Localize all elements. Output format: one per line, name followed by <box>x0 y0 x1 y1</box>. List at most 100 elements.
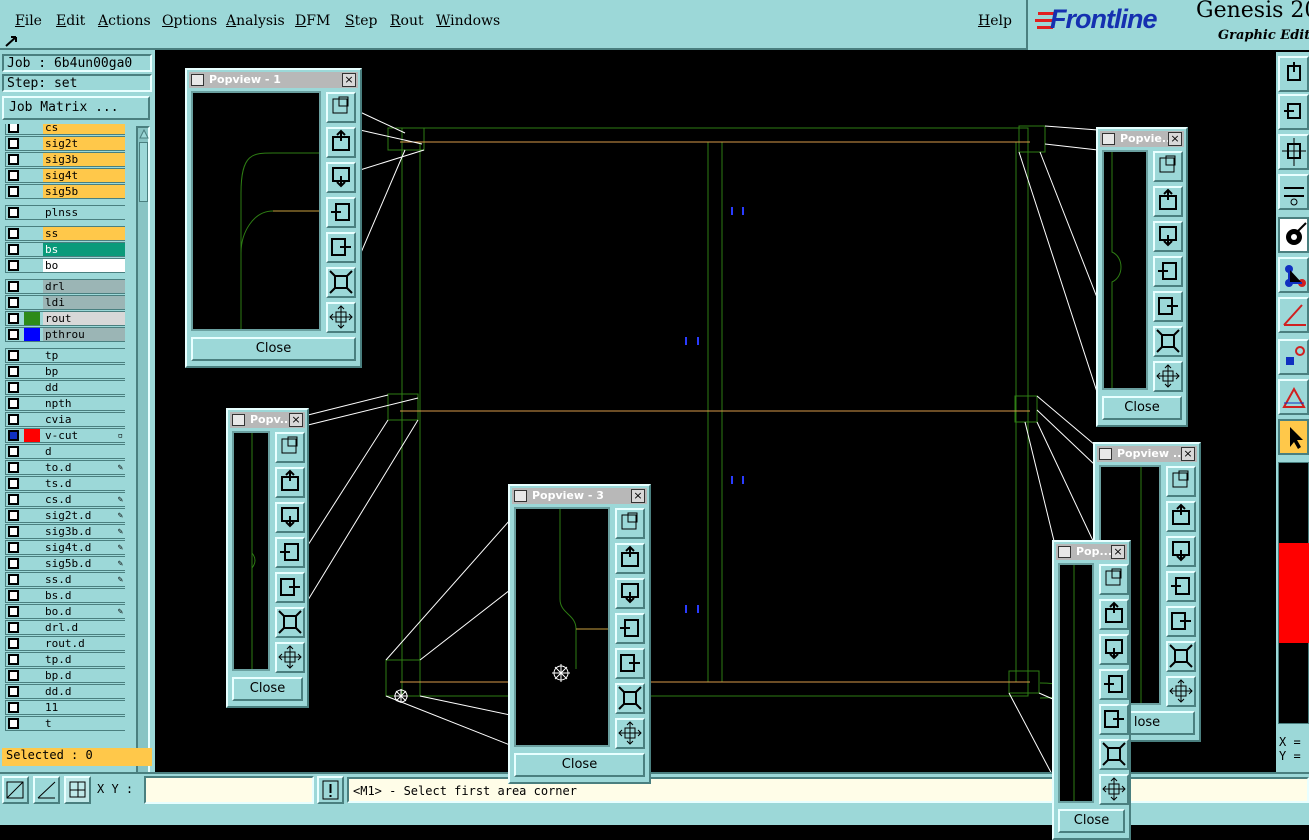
popview-window[interactable]: Popview - 3 × Close <box>508 484 651 784</box>
layer-row[interactable]: t <box>5 716 125 731</box>
layer-checkbox[interactable] <box>8 494 19 505</box>
layer-name[interactable]: pthrou <box>43 328 125 341</box>
popview-move-right-button[interactable] <box>1166 606 1196 637</box>
menu-file[interactable]: File <box>15 13 42 29</box>
popview-move-up-button[interactable] <box>615 543 645 574</box>
popview-move-left-button[interactable] <box>1099 669 1129 700</box>
layer-row[interactable]: plnss <box>5 205 125 220</box>
popview-move-left-button[interactable] <box>1166 571 1196 602</box>
close-icon[interactable]: × <box>1168 132 1182 146</box>
menu-rout[interactable]: Rout <box>390 13 424 29</box>
layer-name[interactable]: sig5b <box>43 185 125 198</box>
layer-row[interactable]: rout <box>5 311 125 326</box>
menu-edit[interactable]: Edit <box>56 13 85 29</box>
layer-name[interactable]: rout.d <box>43 637 125 650</box>
tool-export-up[interactable] <box>1278 56 1309 92</box>
layer-name[interactable]: 11 <box>43 701 125 714</box>
layer-row[interactable]: to.d ✎ <box>5 460 125 475</box>
layer-name[interactable]: cs <box>43 124 125 134</box>
layer-row[interactable]: sig2t.d ✎ <box>5 508 125 523</box>
layer-checkbox[interactable] <box>8 398 19 409</box>
layer-name[interactable]: bo.d ✎ <box>43 605 125 618</box>
layer-checkbox[interactable] <box>8 686 19 697</box>
popview-move-right-button[interactable] <box>615 648 645 679</box>
popview-window[interactable]: Popview - 1 × Close <box>185 68 362 368</box>
popview-move-right-button[interactable] <box>1099 704 1129 735</box>
layer-checkbox[interactable] <box>8 638 19 649</box>
layer-row[interactable]: sig5b.d ✎ <box>5 556 125 571</box>
scroll-thumb[interactable] <box>139 142 148 202</box>
popview-move-down-button[interactable] <box>1099 634 1129 665</box>
layer-row[interactable]: sig4t.d ✎ <box>5 540 125 555</box>
layer-row[interactable]: ss <box>5 226 125 241</box>
layer-checkbox[interactable] <box>8 124 19 133</box>
layer-name[interactable]: bs.d <box>43 589 125 602</box>
layer-checkbox[interactable] <box>8 207 19 218</box>
alert-button[interactable] <box>317 776 344 804</box>
layer-row[interactable]: npth <box>5 396 125 411</box>
layer-row[interactable]: tp.d <box>5 652 125 667</box>
layer-checkbox[interactable] <box>8 281 19 292</box>
layer-checkbox[interactable] <box>8 430 19 441</box>
layer-name[interactable]: bp <box>43 365 125 378</box>
close-icon[interactable]: × <box>1111 545 1125 559</box>
layer-row[interactable]: cs.d ✎ <box>5 492 125 507</box>
layer-name[interactable]: sig3b.d ✎ <box>43 525 125 538</box>
layer-row[interactable]: bo.d ✎ <box>5 604 125 619</box>
popview-viewport[interactable] <box>1102 150 1148 390</box>
layer-checkbox[interactable] <box>8 542 19 553</box>
job-matrix-button[interactable]: Job Matrix ... <box>2 96 150 120</box>
layer-row[interactable]: sig3b <box>5 152 125 167</box>
menu-analysis[interactable]: Analysis <box>226 13 285 29</box>
popview-window[interactable]: Popv... × Close <box>226 408 309 708</box>
close-icon[interactable]: × <box>1181 447 1195 461</box>
popview-zoom-home-button[interactable] <box>1099 564 1129 595</box>
zoom-box-button[interactable] <box>2 776 29 804</box>
popview-close-button[interactable]: Close <box>1058 809 1125 833</box>
layer-row[interactable]: ldi <box>5 295 125 310</box>
layer-checkbox[interactable] <box>8 313 19 324</box>
layer-checkbox[interactable] <box>8 186 19 197</box>
popview-titlebar[interactable]: Popview ... × <box>1097 446 1197 462</box>
popview-zoom-fit-button[interactable] <box>1166 641 1196 672</box>
layer-row[interactable]: sig4t <box>5 168 125 183</box>
layer-name[interactable]: ss.d ✎ <box>43 573 125 586</box>
popview-viewport[interactable] <box>232 431 270 671</box>
layer-name[interactable]: drl <box>43 280 125 293</box>
popview-move-down-button[interactable] <box>1166 536 1196 567</box>
tool-pad[interactable] <box>1278 217 1309 253</box>
layer-checkbox[interactable] <box>8 154 19 165</box>
close-icon[interactable]: × <box>289 413 303 427</box>
measure-button[interactable] <box>33 776 60 804</box>
popview-zoom-fit-button[interactable] <box>1099 739 1129 770</box>
layer-name[interactable]: ldi <box>43 296 125 309</box>
layer-row[interactable]: pthrou <box>5 327 125 342</box>
grid-button[interactable] <box>64 776 91 804</box>
tool-drc[interactable] <box>1278 379 1309 415</box>
layer-checkbox[interactable] <box>8 526 19 537</box>
popview-titlebar[interactable]: Popvie... × <box>1100 131 1184 147</box>
layer-checkbox[interactable] <box>8 366 19 377</box>
popview-move-up-button[interactable] <box>1099 599 1129 630</box>
layer-checkbox[interactable] <box>8 590 19 601</box>
popview-close-button[interactable]: Close <box>1102 396 1182 420</box>
layer-name[interactable]: tp.d <box>43 653 125 666</box>
popview-pan-button[interactable] <box>1099 774 1129 805</box>
layer-checkbox[interactable] <box>8 606 19 617</box>
layer-row[interactable]: bp <box>5 364 125 379</box>
layer-checkbox[interactable] <box>8 462 19 473</box>
layer-name[interactable]: drl.d <box>43 621 125 634</box>
popview-zoom-fit-button[interactable] <box>1153 326 1183 357</box>
tool-drill[interactable] <box>1278 174 1309 210</box>
popview-viewport[interactable] <box>1058 563 1094 803</box>
close-icon[interactable]: × <box>342 73 356 87</box>
layer-name[interactable]: cvia <box>43 413 125 426</box>
popview-close-button[interactable]: Close <box>191 337 356 361</box>
popview-viewport[interactable] <box>191 91 321 331</box>
layer-checkbox[interactable] <box>8 702 19 713</box>
layer-checkbox[interactable] <box>8 510 19 521</box>
popview-zoom-home-button[interactable] <box>615 508 645 539</box>
layer-checkbox[interactable] <box>8 350 19 361</box>
popview-move-up-button[interactable] <box>275 467 305 498</box>
popview-move-down-button[interactable] <box>275 502 305 533</box>
